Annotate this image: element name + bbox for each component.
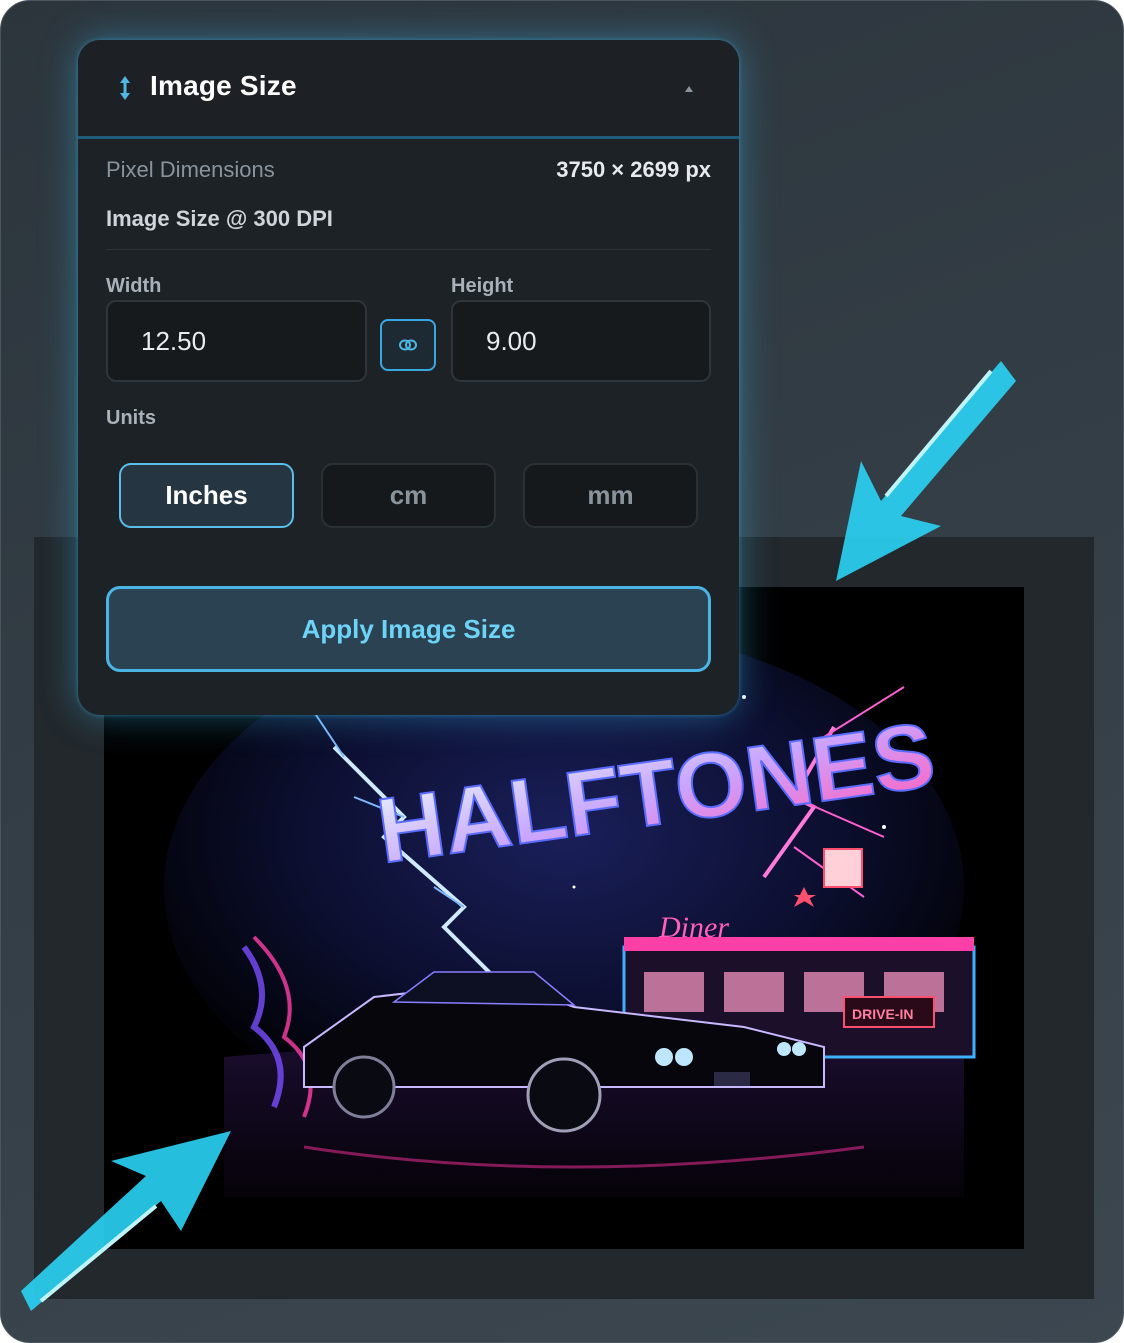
width-label: Width: [106, 275, 162, 297]
triangle-up-icon[interactable]: [684, 84, 694, 94]
unit-mm-button[interactable]: mm: [523, 463, 698, 528]
unit-cm-button[interactable]: cm: [321, 463, 496, 528]
height-label: Height: [451, 275, 514, 297]
link-aspect-button[interactable]: [380, 319, 436, 371]
pixel-dimensions-label: Pixel Dimensions: [106, 157, 275, 182]
pixel-dimensions-value: 3750 × 2699 px: [556, 157, 711, 182]
image-size-heading: Image Size @ 300 DPI: [106, 206, 333, 231]
panel-header[interactable]: Image Size: [78, 40, 739, 139]
unit-inches-button[interactable]: Inches: [119, 463, 294, 528]
units-label: Units: [106, 407, 156, 429]
panel-title: Image Size: [150, 70, 297, 101]
diner-sign-text: Diner: [658, 911, 729, 944]
arrow-up-right-icon: [21, 1131, 231, 1311]
height-input[interactable]: 9.00: [451, 300, 711, 382]
image-size-panel: Image Size Pixel Dimensions 3750 × 2699 …: [78, 40, 739, 715]
vertical-resize-arrows-icon: [120, 76, 130, 100]
app-frame: HALFTONES Diner DRIVE-IN Image Size Pixe…: [0, 0, 1124, 1343]
section-divider: [106, 249, 711, 250]
arrow-down-left-icon: [836, 361, 1016, 581]
chain-link-icon: [399, 339, 417, 351]
drive-in-sign-text: DRIVE-IN: [852, 1006, 913, 1022]
apply-image-size-button[interactable]: Apply Image Size: [106, 586, 711, 672]
width-input[interactable]: 12.50: [106, 300, 367, 382]
